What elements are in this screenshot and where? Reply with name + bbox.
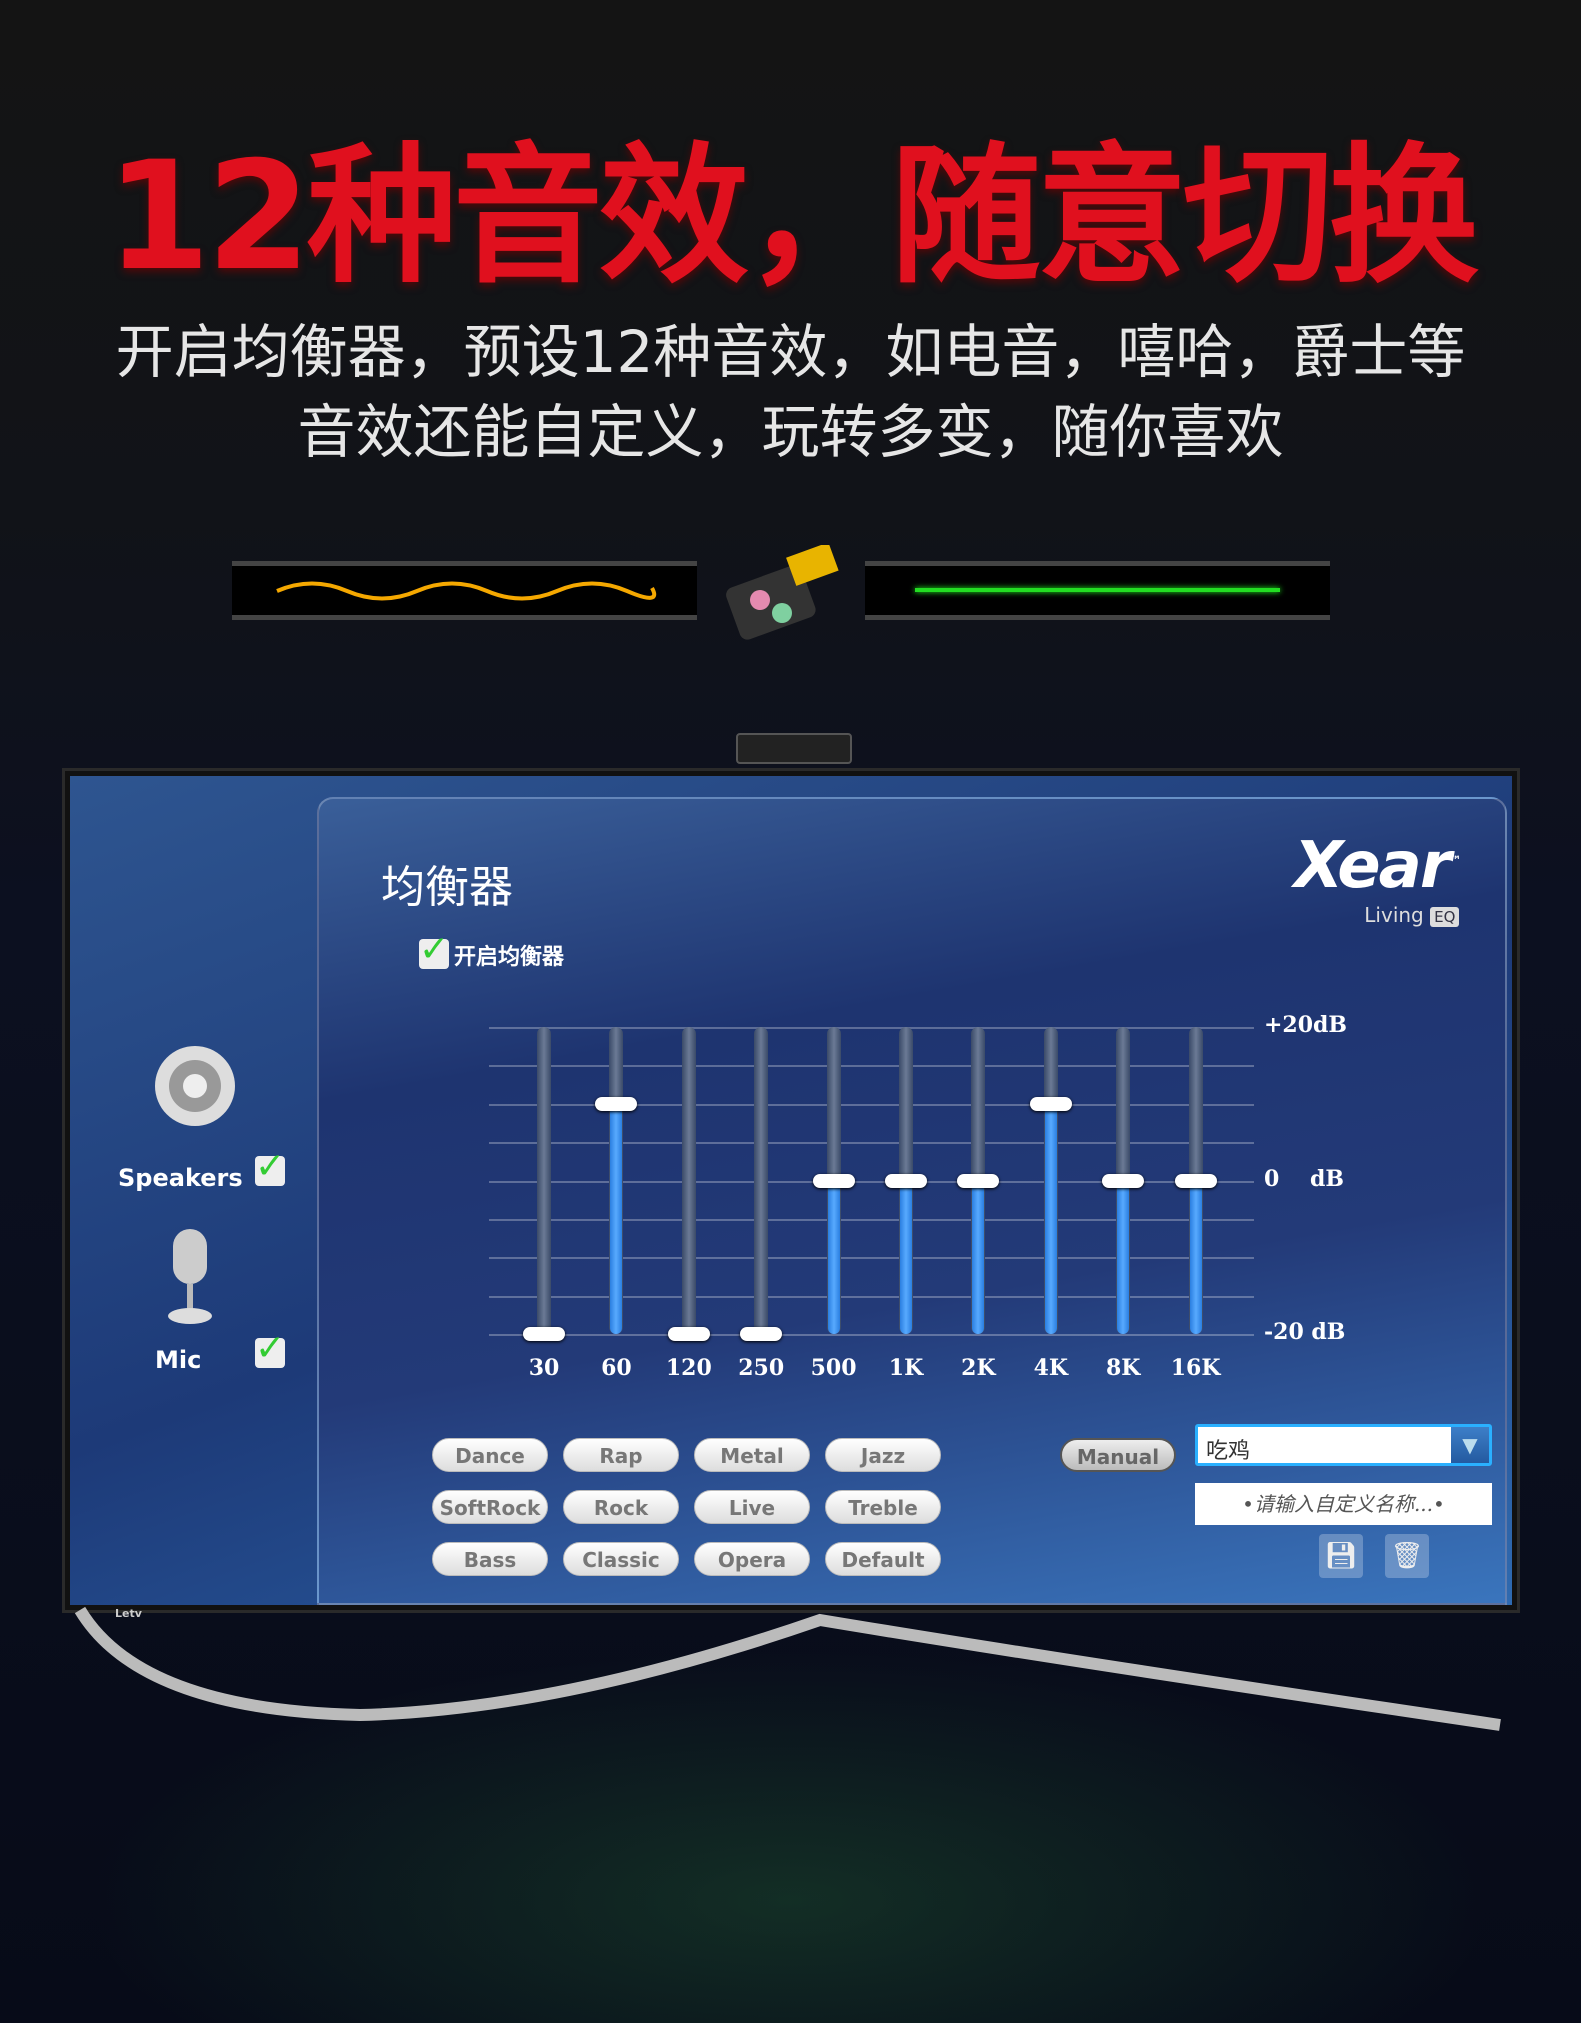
speaker-icon xyxy=(155,1046,235,1126)
preset-button-treble[interactable]: Treble xyxy=(825,1490,941,1524)
wave-icon xyxy=(276,581,657,601)
grid-line xyxy=(489,1334,1254,1336)
freq-label: 60 xyxy=(601,1355,632,1381)
slider-fill-bar xyxy=(900,1180,912,1334)
panel-title: 均衡器 xyxy=(381,862,513,913)
grid-line xyxy=(489,1295,1254,1298)
preset-button-dance[interactable]: Dance xyxy=(432,1438,548,1472)
microphone-icon xyxy=(168,1229,212,1324)
freq-label: 2K xyxy=(961,1355,996,1381)
freq-label: 30 xyxy=(528,1355,560,1381)
grid-line xyxy=(489,1257,1254,1260)
preset-button-rock[interactable]: Rock xyxy=(563,1490,679,1524)
enable-eq-checkbox[interactable]: ✓ xyxy=(419,932,449,969)
headline: 12种音效，随意切换 xyxy=(106,130,1479,304)
preset-button-bass[interactable]: Bass xyxy=(432,1542,548,1576)
dropdown-arrow-icon[interactable]: ▼ xyxy=(1451,1427,1489,1463)
ytick-top: +20dB xyxy=(1264,1012,1348,1038)
freq-label: 250 xyxy=(738,1355,785,1381)
freq-label: 1K xyxy=(888,1355,924,1381)
subtitle-line-2: 音效还能自定义，玩转多变，随你喜欢 xyxy=(297,398,1284,466)
grid-line xyxy=(489,1027,1254,1029)
grid-line xyxy=(489,1218,1254,1221)
slider-fill-bar xyxy=(827,1180,840,1334)
tv-frame: Speakers ✓ Mic ✓ 均衡器 Xear™ Living EQ ✓ 开… xyxy=(62,768,1520,1620)
speakers-label[interactable]: Speakers xyxy=(118,1164,243,1192)
slider-fill-bar xyxy=(1189,1180,1202,1334)
analog-wave-strip xyxy=(232,561,697,620)
mic-checkbox[interactable]: ✓ xyxy=(255,1331,285,1368)
freq-label: 120 xyxy=(665,1355,712,1381)
preset-button-opera[interactable]: Opera xyxy=(694,1542,810,1576)
xear-logo: Xear™ Living EQ xyxy=(1294,829,1461,927)
grid-line xyxy=(489,1065,1254,1068)
freq-label: 8K xyxy=(1105,1355,1141,1381)
logo-text: Xear xyxy=(1294,829,1451,903)
custom-name-input[interactable]: •请输入自定义名称...• xyxy=(1195,1483,1492,1525)
slider-thumb[interactable] xyxy=(595,1096,638,1111)
preset-button-jazz[interactable]: Jazz xyxy=(825,1438,941,1472)
speakers-checkbox[interactable]: ✓ xyxy=(255,1149,285,1186)
usb-sound-card-icon xyxy=(726,545,839,640)
slider-thumb[interactable] xyxy=(667,1327,710,1341)
equalizer-panel: 均衡器 Xear™ Living EQ ✓ 开启均衡器 30 60 120 250 50… xyxy=(317,797,1507,1605)
slider-thumb[interactable] xyxy=(740,1327,783,1341)
enable-eq-label: 开启均衡器 xyxy=(454,944,565,970)
preset-button-metal[interactable]: Metal xyxy=(694,1438,810,1472)
slider-thumb[interactable] xyxy=(812,1173,855,1188)
tv-camera xyxy=(736,733,852,764)
preset-button-softrock[interactable]: SoftRock xyxy=(432,1490,548,1524)
logo-sub: Living xyxy=(1364,903,1424,927)
preset-button-rap[interactable]: Rap xyxy=(563,1438,679,1472)
slider-fill-bar xyxy=(972,1180,985,1334)
trash-icon[interactable]: 🗑︎ xyxy=(1385,1534,1429,1578)
slider-fill-bar xyxy=(1117,1180,1130,1334)
slider-track xyxy=(754,1027,769,1334)
slider-thumb[interactable] xyxy=(1029,1096,1072,1111)
preset-select-value: 吃鸡 xyxy=(1206,1439,1251,1464)
preset-button-default[interactable]: Default xyxy=(825,1542,941,1576)
mic-label[interactable]: Mic xyxy=(155,1346,201,1374)
grid-line xyxy=(489,1142,1254,1145)
freq-label: 4K xyxy=(1033,1355,1069,1381)
logo-tm: ™ xyxy=(1449,853,1461,868)
slider-thumb[interactable] xyxy=(957,1173,1000,1188)
tv-screen: Speakers ✓ Mic ✓ 均衡器 Xear™ Living EQ ✓ 开… xyxy=(70,776,1512,1605)
preset-select[interactable]: 吃鸡 ▼ xyxy=(1195,1424,1492,1466)
slider-fill-bar xyxy=(1044,1103,1057,1334)
logo-badge: EQ xyxy=(1430,907,1460,927)
preset-button-classic[interactable]: Classic xyxy=(563,1542,679,1576)
digital-line-strip xyxy=(865,561,1330,620)
save-icon[interactable]: 💾︎ xyxy=(1319,1534,1363,1578)
ytick-mid: 0 dB xyxy=(1264,1166,1344,1192)
slider-thumb[interactable] xyxy=(885,1173,927,1188)
manual-button[interactable]: Manual xyxy=(1060,1438,1176,1472)
slider-thumb[interactable] xyxy=(1102,1173,1145,1188)
subtitle-line-1: 开启均衡器，预设12种音效，如电音，嘻哈，爵士等 xyxy=(115,318,1466,386)
slider-fill-bar xyxy=(610,1103,623,1334)
slider-track xyxy=(681,1027,696,1334)
slider-track xyxy=(537,1027,551,1334)
ytick-bottom: -20 dB xyxy=(1264,1319,1346,1345)
slider-thumb[interactable] xyxy=(523,1327,565,1341)
freq-label: 16K xyxy=(1170,1355,1221,1381)
tv-stand xyxy=(74,1606,1501,1731)
freq-label: 500 xyxy=(810,1355,857,1381)
preset-button-live[interactable]: Live xyxy=(694,1490,810,1524)
slider-thumb[interactable] xyxy=(1174,1173,1217,1188)
